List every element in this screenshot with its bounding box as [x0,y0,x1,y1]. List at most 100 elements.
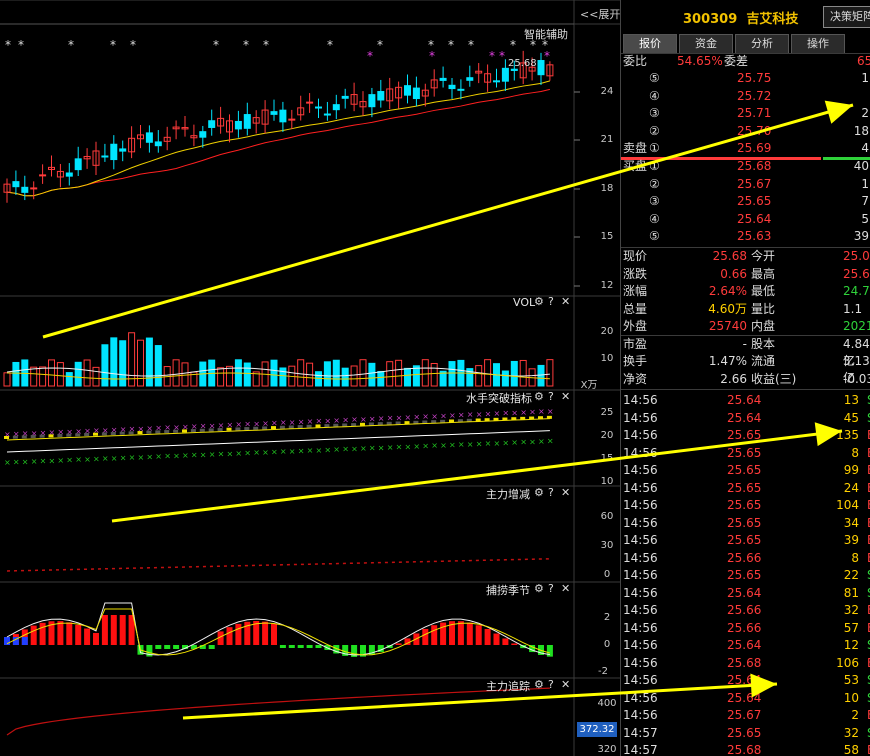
candle-body [315,106,322,109]
help-icon[interactable]: ? [548,390,554,403]
tick-price: 25.65 [727,515,762,530]
sailor-lower-mark: × [333,445,340,454]
signal-star: * [377,38,383,52]
histogram-bar [297,645,304,648]
tab-analysis[interactable]: 分析 [735,34,789,54]
kline-chart-canvas[interactable]: * * * * * * * * * * * * * * * ** * * * *×××××××××××××××××××… [0,0,620,756]
sailor-lower-mark: × [218,450,225,459]
ask-price: 25.70 [737,123,772,138]
smart-assist-label[interactable]: 智能辅助 [524,26,568,42]
sailor-lower-mark: × [111,454,118,463]
sailor-upper-mark: × [405,413,412,422]
sailor-upper-mark: × [538,407,545,416]
stat-value: -0.03 [843,371,870,386]
candle-body [368,94,376,108]
tick-price: 25.64 [727,410,762,425]
help-icon[interactable]: ? [548,582,554,595]
bid-volume: 1 [861,176,869,191]
tick-time: 14:56 [623,708,658,722]
tick-row: 14:5625.6412S [621,637,870,654]
candle-body [243,114,251,129]
tab-funds[interactable]: 资金 [679,34,733,54]
current-value-flag: 372.32 [577,722,617,737]
histogram-bar [101,615,108,645]
candle-body [12,181,20,188]
bid-price: 25.63 [737,229,772,243]
candle-body [377,91,385,101]
volume-bar [279,367,287,387]
gear-icon[interactable]: ⚙ [534,390,544,403]
tick-row: 14:5625.658B [621,445,870,462]
sailor-lower-mark: × [405,442,412,451]
tick-row: 14:5625.6539B [621,532,870,549]
stat-label: 最高 [751,266,776,281]
signal-star: * [263,38,269,52]
sailor-mid-block [342,423,348,427]
stat-label: 总量 [623,301,648,316]
chart-area[interactable]: * * * * * * * * * * * * * * * * * * * * * × × × × × × × × × × × × × × × × × × ×… [0,0,620,756]
sailor-lower-mark: × [485,439,492,448]
sailor-upper-mark: × [440,411,447,420]
quote-header: 300309 吉艾科技 决策矩阵 [621,0,870,32]
candle-body [30,187,38,190]
sailor-panel-title: 水手突破指标 [466,392,532,405]
help-icon[interactable]: ? [548,295,554,308]
histogram-bar [75,624,82,645]
signal-star: * [18,38,24,52]
sailor-upper-mark: × [547,407,554,416]
stat-label: 量比 [751,301,776,316]
volume-bar [332,359,340,387]
close-icon[interactable]: ✕ [561,582,570,595]
close-icon[interactable]: ✕ [561,678,570,691]
sailor-mid-block [404,421,410,425]
stat-row: 总量 4.60万 量比 1.1 [621,301,870,318]
bid-index: ③ [649,194,660,208]
histogram-bar [235,623,242,645]
gear-icon[interactable]: ⚙ [534,678,544,691]
decision-matrix-button[interactable]: 决策矩阵 [823,6,870,28]
sailor-mid-block [279,425,285,429]
vol-panel-title: VOL [513,296,536,309]
close-icon[interactable]: ✕ [561,486,570,499]
sailor-upper-mark: × [449,411,456,420]
sailor-lower-mark: × [262,448,269,457]
stat-value: 25.0 [843,249,870,263]
volume-bar [484,359,492,387]
candle-body [39,174,47,177]
sailor-mid-block [324,424,330,428]
sailor-lower-mark: × [84,455,91,464]
volume-bar [359,359,367,387]
ask-index: ③ [649,106,660,120]
sailor-lower-mark: × [502,438,509,447]
tick-time: 14:56 [623,550,658,565]
volume-bar [510,360,518,387]
gear-icon[interactable]: ⚙ [534,486,544,499]
candle-body [510,68,518,71]
close-icon[interactable]: ✕ [561,390,570,403]
volume-bar [270,359,278,387]
histogram-bar [84,628,91,645]
tab-operation[interactable]: 操作 [791,34,845,54]
tick-volume: 99 [843,463,859,477]
stat-label: 涨跌 [623,266,648,281]
histogram-bar [164,645,171,649]
histogram-bar [395,643,402,645]
tick-volume: 22 [843,568,859,582]
candle-body [466,77,474,81]
help-icon[interactable]: ? [548,486,554,499]
volume-bar [30,366,38,387]
expand-button[interactable]: <<展开 [580,6,620,22]
close-icon[interactable]: ✕ [561,295,570,308]
candle-body [288,118,296,121]
tick-row: 14:5625.6534B [621,515,870,532]
sailor-lower-mark: × [458,440,465,449]
sailor-mid-block [75,433,81,437]
gear-icon[interactable]: ⚙ [534,582,544,595]
gear-icon[interactable]: ⚙ [534,295,544,308]
candle-body [493,80,500,83]
tab-quote[interactable]: 报价 [623,34,677,54]
tick-price: 25.67 [727,708,762,722]
sailor-lower-mark: × [244,449,251,458]
help-icon[interactable]: ? [548,678,554,691]
sailor-upper-mark: × [520,408,527,417]
